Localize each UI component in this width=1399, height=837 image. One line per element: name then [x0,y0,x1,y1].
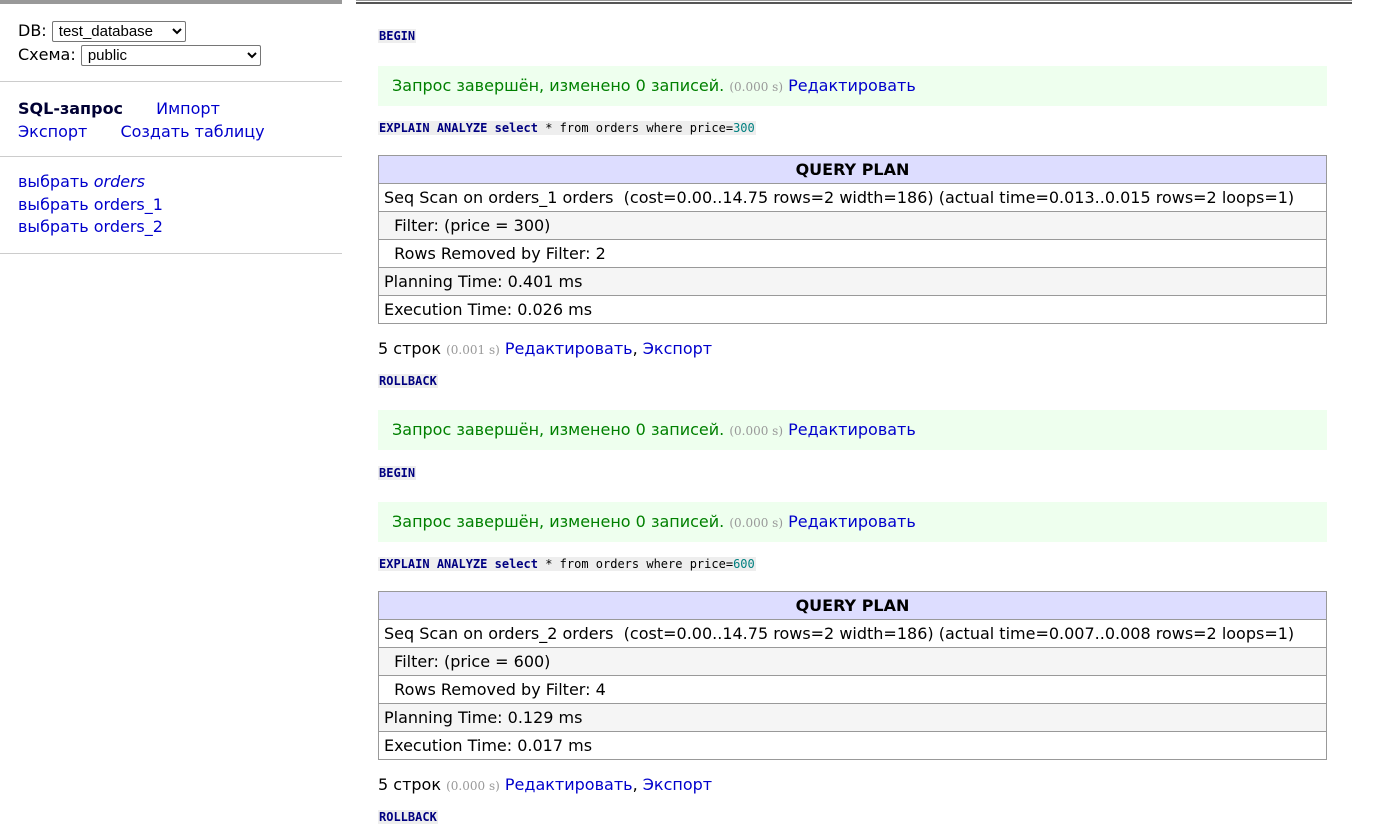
table-cell: Filter: (price = 600) [378,647,1327,676]
message-text: Запрос завершён, изменено 0 записей. [392,76,725,95]
query-plan-table: QUERY PLAN Seq Scan on orders_2 orders (… [378,591,1327,760]
select-table-link[interactable]: выбрать [18,195,89,214]
row-count: 5 строк [378,775,441,794]
edit-link[interactable]: Редактировать [505,775,633,794]
import-link[interactable]: Импорт [156,99,220,118]
sql-statement: BEGIN [378,466,417,480]
table-cell: Execution Time: 0.026 ms [378,295,1327,324]
sidebar-divider [0,253,342,254]
sql-keyword: select [494,121,538,135]
sidebar-links: SQL-запрос Импорт Экспорт Создать таблиц… [18,97,293,143]
table-row: Execution Time: 0.017 ms [378,731,1327,760]
sql-statement: ROLLBACK [378,810,438,824]
db-select[interactable]: test_database [51,21,186,42]
table-row: Filter: (price = 600) [378,647,1327,676]
table-row: Planning Time: 0.129 ms [378,703,1327,732]
query-time: (0.000 s) [446,779,500,793]
db-row: DB: test_database [18,21,186,42]
sql-command-link[interactable]: SQL-запрос [18,99,123,118]
sql-keyword: ANALYZE [436,121,488,135]
query-plan-table: QUERY PLAN Seq Scan on orders_1 orders (… [378,155,1327,324]
separator: , [632,339,638,358]
schema-label: Схема: [18,45,76,64]
table-list-item: выбрать orders_2 [18,216,163,239]
sql-statement: EXPLAIN ANALYZE select * from orders whe… [378,121,756,135]
table-cell: Planning Time: 0.129 ms [378,703,1327,732]
edit-link[interactable]: Редактировать [788,76,916,95]
table-row: Rows Removed by Filter: 4 [378,675,1327,704]
table-list: выбрать orders выбрать orders_1 выбрать … [18,171,163,239]
sidebar-divider [0,81,342,82]
db-label: DB: [18,21,47,40]
table-row: Execution Time: 0.026 ms [378,295,1327,324]
table-cell: Rows Removed by Filter: 4 [378,675,1327,704]
table-structure-link[interactable]: orders_1 [94,195,163,214]
sql-keyword: ANALYZE [436,557,488,571]
content-top-border [356,0,1352,4]
table-cell: Rows Removed by Filter: 2 [378,239,1327,268]
export-result-link[interactable]: Экспорт [643,775,712,794]
export-link[interactable]: Экспорт [18,122,87,141]
table-cell: Seq Scan on orders_1 orders (cost=0.00..… [378,183,1327,212]
sql-text: * from orders where price= [537,121,734,135]
success-message: Запрос завершён, изменено 0 записей. (0.… [378,66,1327,106]
select-table-link[interactable]: выбрать [18,217,89,236]
message-text: Запрос завершён, изменено 0 записей. [392,420,725,439]
schema-select[interactable]: public [80,45,261,66]
sql-keyword: ROLLBACK [379,374,437,388]
sql-keyword: select [494,557,538,571]
query-time: (0.000 s) [729,80,784,94]
table-row: Seq Scan on orders_2 orders (cost=0.00..… [378,619,1327,648]
sidebar-divider [0,156,342,157]
query-time: (0.000 s) [729,516,784,530]
edit-link[interactable]: Редактировать [788,512,916,531]
row-count: 5 строк [378,339,441,358]
sidebar: DB: test_database Схема: public SQL-запр… [0,0,342,837]
sql-number: 300 [733,121,755,135]
result-summary: 5 строк (0.000 s) Редактировать, Экспорт [378,775,712,794]
result-summary: 5 строк (0.001 s) Редактировать, Экспорт [378,339,712,358]
table-list-item: выбрать orders_1 [18,194,163,217]
sql-statement: ROLLBACK [378,374,438,388]
sql-statement: BEGIN [378,29,417,43]
query-time: (0.000 s) [729,424,784,438]
sql-keyword: ROLLBACK [379,810,437,824]
sql-number: 600 [733,557,755,571]
table-structure-link[interactable]: orders [94,172,145,191]
select-table-link[interactable]: выбрать [18,172,89,191]
export-result-link[interactable]: Экспорт [643,339,712,358]
table-cell: Execution Time: 0.017 ms [378,731,1327,760]
edit-link[interactable]: Редактировать [788,420,916,439]
table-cell: Seq Scan on orders_2 orders (cost=0.00..… [378,619,1327,648]
table-cell: Planning Time: 0.401 ms [378,267,1327,296]
table-row: Seq Scan on orders_1 orders (cost=0.00..… [378,183,1327,212]
query-time: (0.001 s) [446,343,500,357]
sidebar-top-border [0,0,342,4]
table-row: Filter: (price = 300) [378,211,1327,240]
sql-text: * from orders where price= [537,557,734,571]
table-row: Rows Removed by Filter: 2 [378,239,1327,268]
create-table-link[interactable]: Создать таблицу [120,122,264,141]
table-row: Planning Time: 0.401 ms [378,267,1327,296]
success-message: Запрос завершён, изменено 0 записей. (0.… [378,502,1327,542]
sql-keyword: BEGIN [379,466,416,480]
separator: , [632,775,638,794]
column-header: QUERY PLAN [378,591,1327,620]
sql-keyword: EXPLAIN [379,121,430,135]
table-list-item: выбрать orders [18,171,163,194]
column-header: QUERY PLAN [378,155,1327,184]
table-structure-link[interactable]: orders_2 [94,217,163,236]
message-text: Запрос завершён, изменено 0 записей. [392,512,725,531]
edit-link[interactable]: Редактировать [505,339,633,358]
schema-row: Схема: public [18,45,261,66]
sql-statement: EXPLAIN ANALYZE select * from orders whe… [378,557,756,571]
sql-keyword: EXPLAIN [379,557,430,571]
table-cell: Filter: (price = 300) [378,211,1327,240]
sql-keyword: BEGIN [379,29,416,43]
success-message: Запрос завершён, изменено 0 записей. (0.… [378,410,1327,450]
